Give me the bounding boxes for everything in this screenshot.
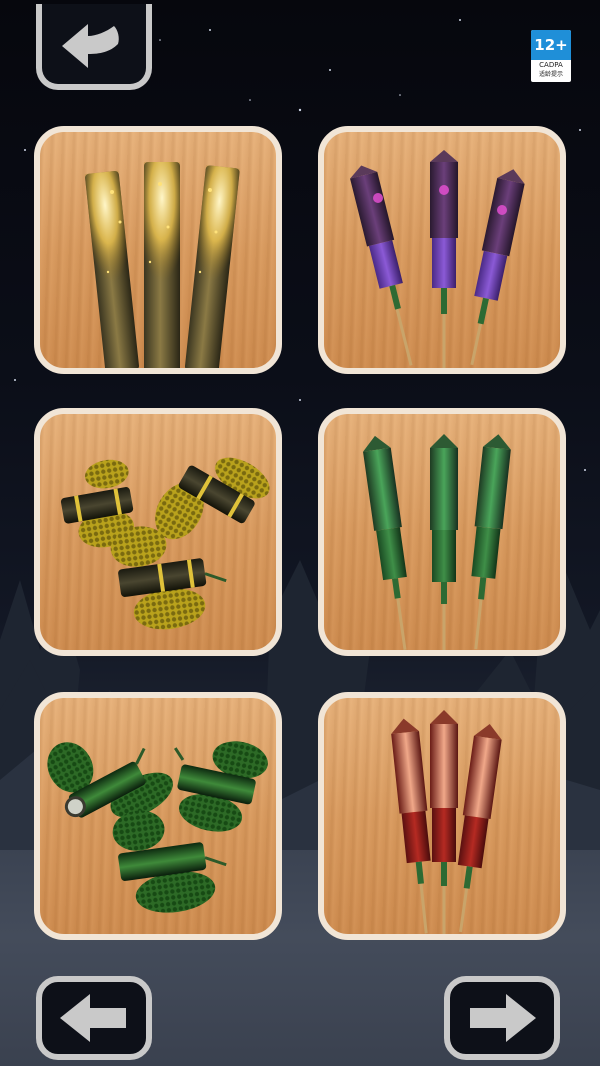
yellow-butterfly-crackers-icon: [60, 457, 270, 630]
golden-sparkler-candles-icon: [84, 162, 240, 368]
firework-item-golden-candles[interactable]: [34, 126, 282, 374]
back-button[interactable]: [36, 4, 152, 90]
firework-item-green-rockets[interactable]: [318, 408, 566, 656]
next-page-button[interactable]: [444, 976, 560, 1060]
back-arrow-icon: [62, 24, 119, 68]
firework-item-yellow-butterflies[interactable]: [34, 408, 282, 656]
age-rating-badge: 12+ CADPA 适龄提示: [531, 30, 571, 82]
firework-item-green-butterflies[interactable]: [34, 692, 282, 940]
green-rockets-icon: [363, 434, 511, 650]
age-rating-number: 12+: [531, 30, 571, 60]
purple-rockets-icon: [350, 150, 525, 368]
red-rockets-icon: [391, 710, 502, 934]
age-rating-org: CADPA: [539, 61, 563, 69]
previous-page-button[interactable]: [36, 976, 152, 1060]
age-rating-caption: 适龄提示: [538, 71, 563, 78]
firework-item-red-rockets[interactable]: [318, 692, 566, 940]
right-arrow-icon: [470, 994, 536, 1042]
firework-item-purple-rockets[interactable]: [318, 126, 566, 374]
green-butterfly-crackers-icon: [47, 741, 268, 913]
left-arrow-icon: [60, 994, 126, 1042]
